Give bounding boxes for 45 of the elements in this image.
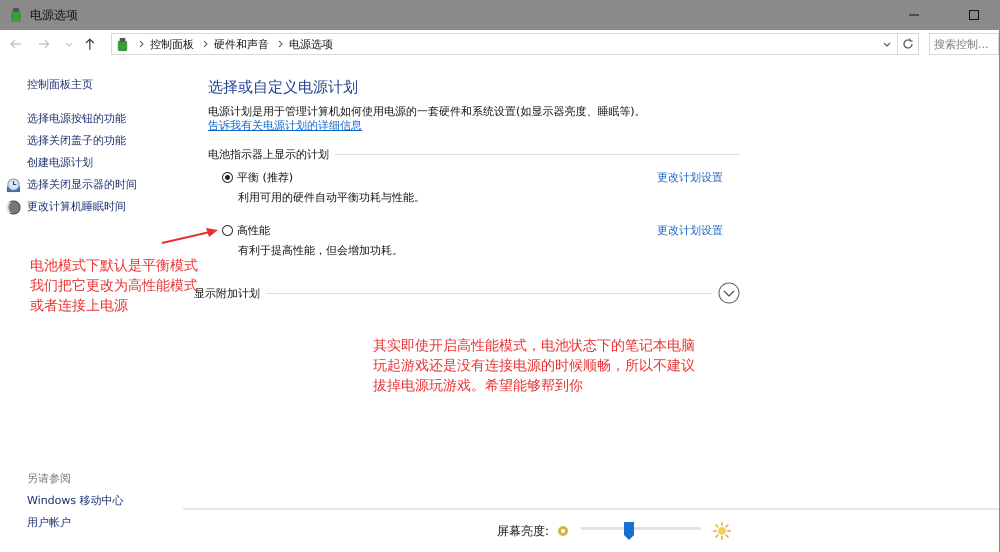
slider-thumb[interactable] xyxy=(624,522,634,540)
brightness-label: 屏幕亮度: xyxy=(496,522,549,540)
chevron-right-icon xyxy=(278,40,283,48)
up-arrow-icon[interactable] xyxy=(85,38,95,50)
bright-sun-icon xyxy=(713,522,731,540)
plan-description: 利用可用的硬件自动平衡功耗与性能。 xyxy=(238,190,426,205)
group-heading: 电池指示器上显示的计划 xyxy=(208,147,329,162)
breadcrumb[interactable]: 控制面板 xyxy=(150,36,194,52)
sidebar-link[interactable]: 选择电源按钮的功能 xyxy=(27,108,126,130)
radio-button[interactable] xyxy=(222,172,233,183)
help-link[interactable]: 告诉我有关电源计划的详细信息 xyxy=(208,119,362,132)
battery-icon xyxy=(8,7,24,23)
annotation-text: 其实即使开启高性能模式，电池状态下的笔记本电脑 玩起游戏还是没有连接电源的时候顺畅，所以不建议 拔掉电源玩游戏。希望能够帮到你 xyxy=(373,337,695,396)
sidebar-link[interactable]: 控制面板主页 xyxy=(27,74,93,96)
plan-settings-link[interactable]: 更改计划设置 xyxy=(657,170,723,185)
radio-button[interactable] xyxy=(222,225,233,236)
plan-name: 高性能 xyxy=(237,223,270,238)
breadcrumb[interactable]: 电源选项 xyxy=(288,36,333,52)
sidebar-link[interactable]: 选择关闭显示器的时间 xyxy=(27,174,137,196)
refresh-icon xyxy=(902,38,914,50)
refresh-button[interactable] xyxy=(898,33,919,55)
sidebar-link[interactable]: 选择关闭盖子的功能 xyxy=(27,130,126,152)
chevron-right-icon xyxy=(202,40,208,48)
clock-icon xyxy=(6,178,21,192)
search-field[interactable]: 搜索控制... xyxy=(929,33,999,55)
plan-settings-link[interactable]: 更改计划设置 xyxy=(657,223,723,238)
annotation-arrow xyxy=(160,227,220,245)
window-title: 电源选项 xyxy=(30,6,78,24)
plan-description: 有利于提高性能，但会增加功耗。 xyxy=(238,243,404,258)
expand-icon[interactable] xyxy=(718,282,740,304)
moon-icon xyxy=(6,200,21,214)
section-heading: 另请参阅 xyxy=(27,471,71,487)
address-bar[interactable]: 控制面板 硬件和声音 电源选项 xyxy=(110,33,898,55)
sidebar-link[interactable]: 更改计算机睡眠时间 xyxy=(27,196,126,218)
maximize-icon[interactable] xyxy=(969,10,979,20)
chevron-down-icon[interactable] xyxy=(882,42,891,46)
sidebar-link[interactable]: Windows 移动中心 xyxy=(27,490,124,512)
plan-name: 平衡 (推荐) xyxy=(237,170,294,185)
description-text: 电源计划是用于管理计算机如何使用电源的一套硬件和系统设置(如显示器亮度、睡眠等)。 告诉我有关电源计划的详细信息 xyxy=(208,105,647,133)
chevron-right-icon xyxy=(138,40,144,48)
sidebar-link[interactable]: 用户帐户 xyxy=(27,512,71,534)
dim-sun-icon xyxy=(557,525,569,537)
breadcrumb[interactable]: 硬件和声音 xyxy=(214,36,269,52)
page-heading: 选择或自定义电源计划 xyxy=(208,78,359,97)
sidebar-link[interactable]: 创建电源计划 xyxy=(27,152,93,174)
